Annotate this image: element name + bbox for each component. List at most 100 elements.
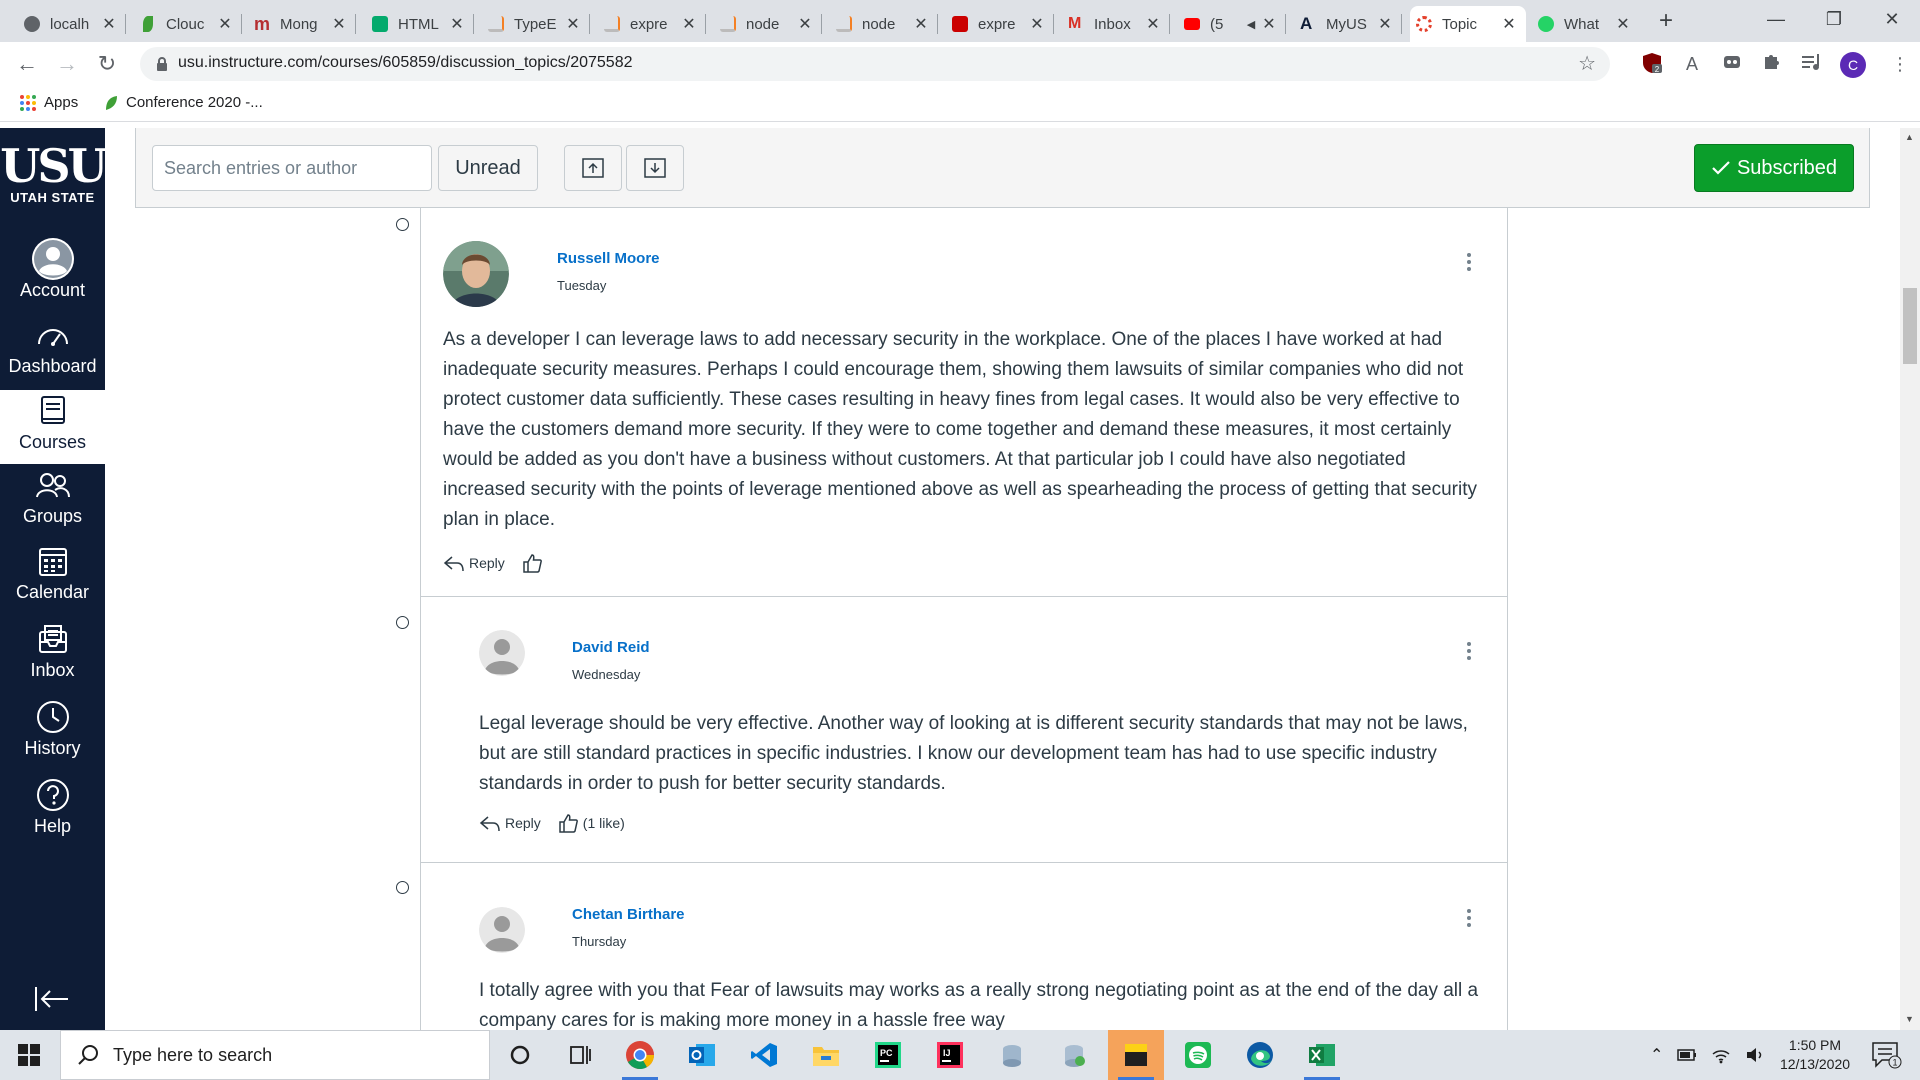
close-tab-icon[interactable]: ✕: [1500, 14, 1518, 34]
robot-extension-icon[interactable]: [1720, 52, 1744, 76]
disk-sync-icon[interactable]: [1046, 1030, 1102, 1080]
show-hidden-icons-icon[interactable]: ⌃: [1650, 1045, 1663, 1065]
browser-tab[interactable]: m Mong ✕: [248, 6, 356, 42]
minimize-button[interactable]: —: [1748, 0, 1804, 40]
default-avatar-icon: [479, 630, 525, 676]
close-window-button[interactable]: ✕: [1864, 0, 1920, 40]
media-control-icon[interactable]: [1800, 52, 1824, 76]
scrollbar-thumb[interactable]: [1903, 288, 1917, 364]
close-tab-icon[interactable]: ✕: [796, 14, 814, 34]
close-tab-icon[interactable]: ✕: [1028, 14, 1046, 34]
browser-tab[interactable]: localh ✕: [18, 6, 126, 42]
ublock-extension-icon[interactable]: 2: [1640, 52, 1664, 76]
entry-options-icon[interactable]: [1465, 909, 1473, 930]
scroll-down-arrow-icon[interactable]: ▼: [1905, 1014, 1914, 1024]
subscribed-button[interactable]: Subscribed: [1694, 144, 1854, 192]
system-tray: ⌃: [1650, 1030, 1765, 1080]
wifi-icon[interactable]: [1711, 1046, 1731, 1064]
browser-tab-active[interactable]: Topic ✕: [1410, 6, 1526, 42]
browser-tab[interactable]: TypeE ✕: [482, 6, 590, 42]
browser-tab[interactable]: What ✕: [1532, 6, 1640, 42]
intellij-icon[interactable]: IJ: [922, 1030, 978, 1080]
notification-center-icon[interactable]: 1: [1870, 1040, 1902, 1070]
close-tab-icon[interactable]: ✕: [680, 14, 698, 34]
browser-tab[interactable]: node ✕: [714, 6, 822, 42]
close-tab-icon[interactable]: ✕: [1144, 14, 1162, 34]
puzzle-extensions-icon[interactable]: [1760, 52, 1784, 76]
expand-replies-button[interactable]: [626, 145, 684, 191]
task-view-icon[interactable]: [552, 1030, 608, 1080]
bookmark-conference[interactable]: Conference 2020 -...: [104, 94, 263, 111]
close-tab-icon[interactable]: ✕: [912, 14, 930, 34]
bookmark-star-icon[interactable]: ☆: [1578, 51, 1596, 76]
avatar[interactable]: [479, 630, 525, 676]
sticky-notes-icon[interactable]: [1108, 1030, 1164, 1080]
m-icon: m: [254, 14, 271, 34]
taskbar-search-box[interactable]: Type here to search: [60, 1030, 490, 1080]
battery-icon[interactable]: [1677, 1048, 1697, 1062]
close-tab-icon[interactable]: ✕: [564, 14, 582, 34]
address-bar[interactable]: usu.instructure.com/courses/605859/discu…: [140, 47, 1610, 81]
usu-logo[interactable]: USU UTAH STATE: [0, 142, 107, 205]
reply-icon: [479, 816, 500, 832]
disk-icon[interactable]: [984, 1030, 1040, 1080]
translate-extension-icon[interactable]: A: [1680, 52, 1704, 76]
author-name-link[interactable]: Russell Moore: [557, 250, 660, 267]
unread-indicator[interactable]: [396, 616, 409, 629]
browser-tab[interactable]: node ✕: [830, 6, 938, 42]
avatar[interactable]: [443, 241, 509, 307]
clock[interactable]: 1:50 PM 12/13/2020: [1760, 1036, 1870, 1074]
chrome-icon[interactable]: [612, 1030, 668, 1080]
spotify-icon[interactable]: [1170, 1030, 1226, 1080]
svg-text:2: 2: [1655, 65, 1660, 74]
browser-tab[interactable]: HTML ✕: [366, 6, 474, 42]
browser-tab[interactable]: expre ✕: [946, 6, 1054, 42]
like-button[interactable]: [521, 552, 547, 574]
scroll-up-arrow-icon[interactable]: ▲: [1905, 132, 1914, 142]
chrome-menu-icon[interactable]: ⋮: [1888, 52, 1912, 76]
browser-tab[interactable]: expre ✕: [598, 6, 706, 42]
restore-button[interactable]: ❐: [1806, 0, 1862, 40]
unread-indicator[interactable]: [396, 218, 409, 231]
reload-button[interactable]: ↻: [92, 50, 122, 80]
close-tab-icon[interactable]: ✕: [448, 14, 466, 34]
collapse-replies-button[interactable]: [564, 145, 622, 191]
bookmark-apps[interactable]: Apps: [20, 94, 78, 111]
search-entries-input[interactable]: Search entries or author: [152, 145, 432, 191]
close-tab-icon[interactable]: ✕: [330, 14, 348, 34]
cortana-icon[interactable]: [492, 1030, 548, 1080]
page-scrollbar[interactable]: ▲ ▼: [1900, 128, 1920, 1030]
new-tab-button[interactable]: +: [1652, 8, 1680, 36]
outlook-icon[interactable]: [674, 1030, 730, 1080]
forward-button[interactable]: →: [52, 50, 82, 80]
browser-tab[interactable]: M Inbox ✕: [1062, 6, 1170, 42]
author-name-link[interactable]: Chetan Birthare: [572, 906, 685, 923]
author-name-link[interactable]: David Reid: [572, 639, 650, 656]
excel-icon[interactable]: [1294, 1030, 1350, 1080]
entry-options-icon[interactable]: [1465, 642, 1473, 663]
vscode-icon[interactable]: [736, 1030, 792, 1080]
unread-filter-button[interactable]: Unread: [438, 145, 538, 191]
edge-icon[interactable]: [1232, 1030, 1288, 1080]
start-button[interactable]: [0, 1030, 58, 1080]
reply-icon: [443, 556, 464, 572]
browser-tab[interactable]: A MyUS ✕: [1294, 6, 1402, 42]
close-tab-icon[interactable]: ✕: [1614, 14, 1632, 34]
pycharm-icon[interactable]: PC: [860, 1030, 916, 1080]
reply-button[interactable]: Reply: [443, 553, 505, 573]
entry-options-icon[interactable]: [1465, 253, 1473, 274]
back-button[interactable]: ←: [12, 50, 42, 80]
browser-tab[interactable]: Clouc ✕: [134, 6, 242, 42]
profile-avatar[interactable]: C: [1840, 52, 1866, 78]
close-tab-icon[interactable]: ✕: [100, 14, 118, 34]
close-tab-icon[interactable]: ✕: [1260, 14, 1278, 34]
reply-button[interactable]: Reply: [479, 813, 541, 833]
browser-tab[interactable]: (5 ◀ ✕: [1178, 6, 1286, 42]
unread-indicator[interactable]: [396, 881, 409, 894]
avatar[interactable]: [479, 907, 525, 953]
like-button[interactable]: (1 like): [557, 812, 625, 834]
file-explorer-icon[interactable]: [798, 1030, 854, 1080]
speaker-icon[interactable]: ◀: [1242, 18, 1260, 31]
close-tab-icon[interactable]: ✕: [1376, 14, 1394, 34]
close-tab-icon[interactable]: ✕: [216, 14, 234, 34]
